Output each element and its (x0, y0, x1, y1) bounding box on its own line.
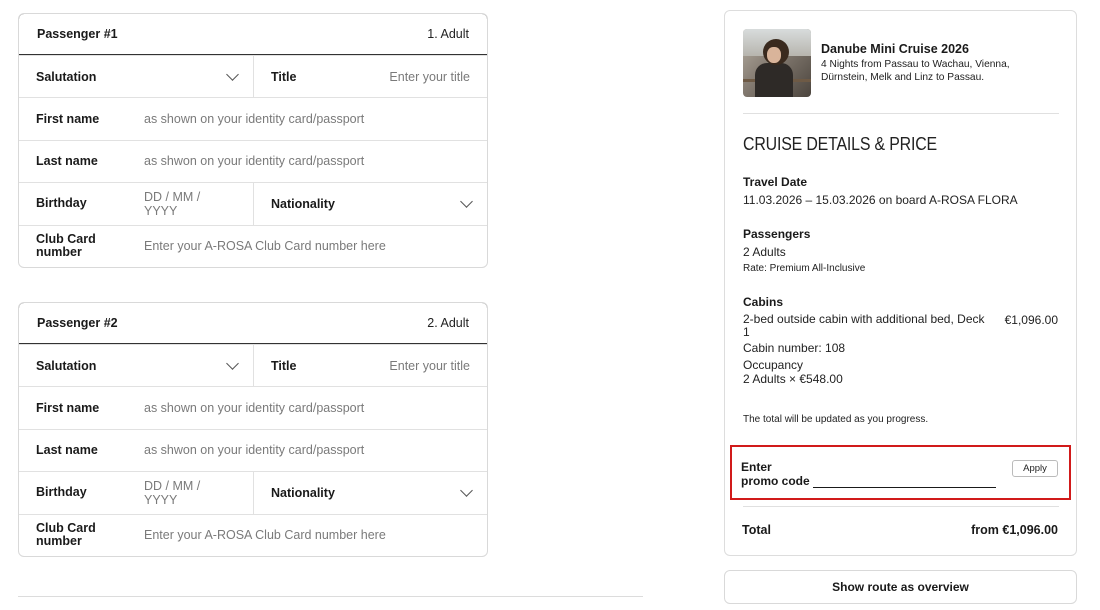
birthday-nationality-row: Birthday DD / MM / YYYY Nationality (19, 471, 487, 514)
cruise-title: Danube Mini Cruise 2026 (821, 42, 969, 56)
nationality-select[interactable]: Nationality (253, 183, 487, 225)
last-name-field[interactable]: Last name as shwon on your identity card… (19, 141, 487, 182)
passenger-type: 1. Adult (427, 27, 469, 41)
first-name-input[interactable]: as shown on your identity card/passport (144, 401, 364, 415)
total-label: Total (742, 523, 771, 537)
first-name-input[interactable]: as shown on your identity card/passport (144, 112, 364, 126)
summary-divider (743, 506, 1059, 507)
birthday-nationality-row: Birthday DD / MM / YYYY Nationality (19, 182, 487, 225)
club-card-input[interactable]: Enter your A-ROSA Club Card number here (144, 239, 386, 253)
show-route-button[interactable]: Show route as overview (724, 570, 1077, 604)
first-name-row: First name as shown on your identity car… (19, 97, 487, 139)
title-input[interactable]: Enter your title (389, 70, 470, 84)
birthday-field[interactable]: Birthday DD / MM / YYYY (19, 183, 253, 224)
salutation-label: Salutation (36, 69, 97, 84)
club-card-field[interactable]: Club Card number Enter your A-ROSA Club … (19, 226, 487, 267)
salutation-label: Salutation (36, 358, 97, 373)
passenger-card-1: Passenger #1 1. Adult Salutation Title E… (18, 13, 488, 268)
last-name-input[interactable]: as shwon on your identity card/passport (144, 154, 364, 168)
travel-date-value: 11.03.2026 – 15.03.2026 on board A-ROSA … (743, 193, 1018, 207)
first-name-field[interactable]: First name as shown on your identity car… (19, 98, 487, 139)
passenger-card-header: Passenger #1 1. Adult (19, 13, 487, 55)
rate-value: Rate: Premium All-Inclusive (743, 263, 866, 274)
chevron-down-icon (226, 356, 239, 370)
birthday-label: Birthday (36, 196, 87, 211)
update-note: The total will be updated as you progres… (743, 414, 929, 425)
last-name-label: Last name (36, 442, 98, 457)
title-label: Title (271, 69, 297, 84)
last-name-field[interactable]: Last name as shwon on your identity card… (19, 430, 487, 471)
club-card-input[interactable]: Enter your A-ROSA Club Card number here (144, 528, 386, 542)
passenger-title: Passenger #2 (37, 316, 118, 330)
cruise-subtitle: 4 Nights from Passau to Wachau, Vienna, … (821, 59, 1010, 83)
title-field[interactable]: Title Enter your title (253, 56, 487, 98)
passenger-type: 2. Adult (427, 316, 469, 330)
occupancy-label: Occupancy (743, 358, 804, 372)
title-input[interactable]: Enter your title (389, 359, 470, 373)
salutation-select[interactable]: Salutation (19, 56, 253, 97)
passenger-title: Passenger #1 (37, 27, 118, 41)
chevron-down-icon (460, 483, 473, 497)
chevron-down-icon (460, 194, 473, 208)
club-card-row: Club Card number Enter your A-ROSA Club … (19, 513, 487, 556)
section-divider (18, 596, 643, 597)
first-name-label: First name (36, 400, 100, 415)
club-card-label: Club Card number (36, 232, 96, 260)
first-name-field[interactable]: First name as shown on your identity car… (19, 387, 487, 428)
nationality-label: Nationality (271, 485, 335, 500)
promo-code-input[interactable] (813, 470, 996, 488)
last-name-row: Last name as shwon on your identity card… (19, 139, 487, 182)
last-name-label: Last name (36, 153, 98, 168)
title-field[interactable]: Title Enter your title (253, 345, 487, 387)
title-label: Title (271, 358, 297, 373)
apply-promo-button[interactable]: Apply (1012, 460, 1058, 477)
birthday-label: Birthday (36, 485, 87, 500)
occupancy-value: 2 Adults × €548.00 (743, 372, 843, 386)
salutation-title-row: Salutation Title Enter your title (19, 55, 487, 98)
cabin-price: €1,096.00 (1004, 313, 1058, 327)
birthday-input[interactable]: DD / MM / YYYY (144, 479, 236, 507)
last-name-input[interactable]: as shwon on your identity card/passport (144, 443, 364, 457)
passengers-label: Passengers (743, 227, 811, 241)
first-name-row: First name as shown on your identity car… (19, 386, 487, 428)
last-name-row: Last name as shwon on your identity card… (19, 428, 487, 471)
birthday-field[interactable]: Birthday DD / MM / YYYY (19, 472, 253, 513)
chevron-down-icon (226, 67, 239, 81)
cabins-label: Cabins (743, 295, 784, 309)
first-name-label: First name (36, 111, 100, 126)
travel-date-label: Travel Date (743, 175, 808, 189)
cruise-thumbnail (743, 29, 811, 97)
club-card-field[interactable]: Club Card number Enter your A-ROSA Club … (19, 515, 487, 556)
total-value: from €1,096.00 (971, 523, 1058, 537)
nationality-select[interactable]: Nationality (253, 472, 487, 514)
birthday-input[interactable]: DD / MM / YYYY (144, 190, 236, 218)
salutation-title-row: Salutation Title Enter your title (19, 344, 487, 387)
club-card-row: Club Card number Enter your A-ROSA Club … (19, 224, 487, 267)
passengers-value: 2 Adults (743, 245, 786, 259)
summary-divider (743, 113, 1059, 114)
nationality-label: Nationality (271, 196, 335, 211)
salutation-select[interactable]: Salutation (19, 345, 253, 386)
passenger-card-header: Passenger #2 2. Adult (19, 302, 487, 344)
passenger-card-2: Passenger #2 2. Adult Salutation Title E… (18, 302, 488, 557)
cabin-number: Cabin number: 108 (743, 341, 846, 355)
section-title: CRUISE DETAILS & PRICE (743, 133, 937, 154)
promo-code-label: Enter promo code (741, 460, 810, 488)
cabin-description: 2-bed outside cabin with additional bed,… (743, 312, 985, 339)
club-card-label: Club Card number (36, 521, 96, 549)
